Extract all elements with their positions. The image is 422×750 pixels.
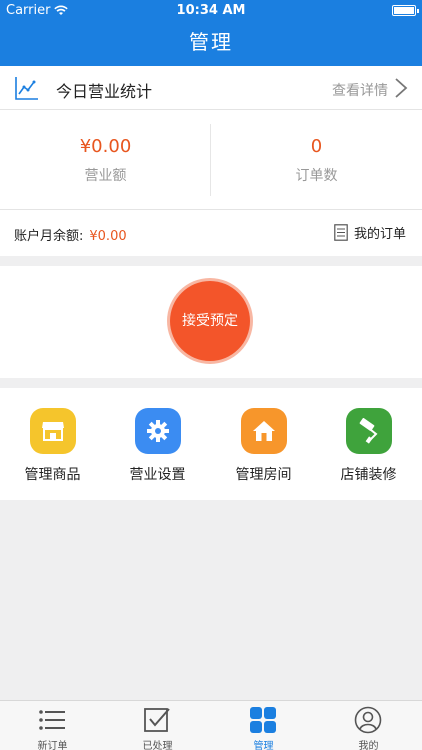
tab-mine[interactable]: 我的 bbox=[316, 701, 421, 750]
balance-label: 账户月余额: ¥0.00 bbox=[14, 225, 127, 244]
grid-label-store-decoration: 店铺装修 bbox=[340, 467, 397, 483]
tab-label-mine: 我的 bbox=[358, 741, 379, 750]
tab-new-orders[interactable]: 新订单 bbox=[0, 701, 105, 750]
grid-label-manage-rooms: 管理房间 bbox=[235, 467, 292, 483]
view-details-link[interactable]: 查看详情 bbox=[332, 80, 388, 100]
grid-item-manage-products[interactable]: 管理商品 bbox=[0, 388, 105, 500]
tab-label-manage: 管理 bbox=[253, 741, 274, 750]
status-time: 10:34 AM bbox=[176, 3, 246, 18]
store-icon bbox=[30, 408, 76, 454]
today-stats-label: 今日营业统计 bbox=[56, 82, 153, 101]
status-bar: Carrier 10:34 AM bbox=[0, 0, 422, 22]
tab-label-new-orders: 新订单 bbox=[37, 741, 68, 750]
list-icon bbox=[39, 710, 65, 730]
line-chart-icon bbox=[15, 77, 38, 100]
metrics-panel: ¥0.00 营业额 0 订单数 bbox=[0, 110, 422, 210]
revenue-value: ¥0.00 bbox=[79, 136, 132, 157]
accept-booking-section: 接受预定 bbox=[0, 266, 422, 378]
tab-label-processed: 已处理 bbox=[142, 741, 173, 750]
paint-roller-icon bbox=[346, 408, 392, 454]
my-orders-label: 我的订单 bbox=[353, 227, 406, 242]
tab-processed[interactable]: 已处理 bbox=[105, 701, 210, 750]
accept-booking-button[interactable]: 接受预定 bbox=[170, 281, 250, 361]
app-header: Carrier 10:34 AM 管理 bbox=[0, 0, 422, 66]
grid-item-store-decoration[interactable]: 店铺装修 bbox=[316, 388, 421, 500]
battery-icon bbox=[392, 5, 419, 16]
revenue-label: 营业额 bbox=[84, 168, 127, 184]
order-count-metric: 0 订单数 bbox=[211, 110, 422, 210]
grid-item-manage-rooms[interactable]: 管理房间 bbox=[211, 388, 316, 500]
chevron-right-icon[interactable] bbox=[394, 78, 408, 98]
grid-item-business-settings[interactable]: 营业设置 bbox=[105, 388, 210, 500]
house-icon bbox=[241, 408, 287, 454]
grid-label-manage-products: 管理商品 bbox=[24, 467, 81, 483]
balance-row: 账户月余额: ¥0.00 我的订单 bbox=[0, 210, 422, 256]
balance-value: ¥0.00 bbox=[89, 229, 127, 244]
order-count-label: 订单数 bbox=[295, 168, 338, 184]
user-icon bbox=[354, 706, 382, 734]
revenue-metric: ¥0.00 营业额 bbox=[0, 110, 211, 210]
tab-bar: 新订单 已处理 管理 我的 bbox=[0, 700, 422, 750]
checkbox-icon bbox=[144, 708, 170, 732]
grid-label-business-settings: 营业设置 bbox=[129, 467, 186, 483]
gear-icon bbox=[135, 408, 181, 454]
order-count-value: 0 bbox=[310, 136, 323, 157]
page-title: 管理 bbox=[189, 30, 233, 54]
my-orders-link[interactable]: 我的订单 bbox=[334, 223, 406, 242]
tab-manage[interactable]: 管理 bbox=[211, 701, 316, 750]
today-stats-row[interactable]: 今日营业统计 查看详情 bbox=[0, 66, 422, 110]
management-grid: 管理商品 营业设置 管理房间 店铺装修 bbox=[0, 388, 422, 500]
balance-label-text: 账户月余额: bbox=[14, 229, 84, 244]
grid-icon bbox=[250, 707, 276, 733]
document-icon bbox=[334, 224, 348, 241]
